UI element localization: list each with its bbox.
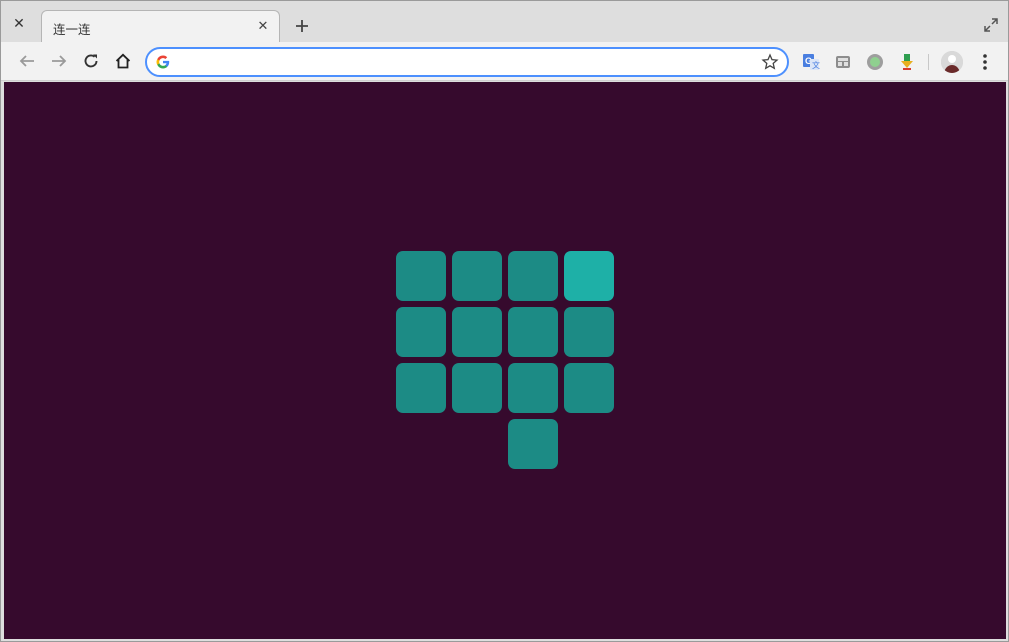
game-viewport (4, 82, 1006, 639)
address-bar[interactable] (145, 47, 789, 77)
game-tile[interactable] (396, 363, 446, 413)
home-icon[interactable] (111, 49, 135, 73)
game-tile[interactable] (564, 307, 614, 357)
game-tile[interactable] (452, 251, 502, 301)
tab-active[interactable]: 连一连 ✕ (41, 10, 280, 43)
game-tile[interactable] (452, 307, 502, 357)
game-tile-active[interactable] (564, 251, 614, 301)
translate-icon[interactable]: G 文 (802, 53, 820, 71)
back-icon[interactable] (15, 49, 39, 73)
svg-text:文: 文 (812, 60, 820, 70)
more-vertical-icon[interactable] (975, 50, 995, 74)
game-tile[interactable] (508, 307, 558, 357)
forward-icon[interactable] (47, 49, 71, 73)
game-tile[interactable] (564, 363, 614, 413)
tab-strip: ✕ 连一连 ✕ (1, 1, 1008, 43)
star-icon[interactable] (761, 53, 779, 71)
game-tile[interactable] (396, 307, 446, 357)
extension-circle-icon[interactable] (866, 53, 884, 71)
game-tile[interactable] (508, 363, 558, 413)
google-g-icon (156, 55, 170, 69)
new-tab-icon[interactable] (291, 15, 313, 37)
game-tile[interactable] (396, 251, 446, 301)
toolbar: G 文 (1, 42, 1008, 81)
avatar[interactable] (941, 51, 963, 73)
browser-window: ✕ 连一连 ✕ G 文 (0, 0, 1009, 642)
window-close-icon[interactable]: ✕ (9, 13, 29, 33)
address-input[interactable] (177, 53, 757, 71)
reload-icon[interactable] (79, 49, 103, 73)
toolbar-divider (928, 54, 929, 70)
game-board (4, 82, 1006, 639)
tab-title: 连一连 (53, 22, 91, 37)
tab-close-icon[interactable]: ✕ (255, 18, 271, 34)
game-tile[interactable] (452, 363, 502, 413)
game-tile[interactable] (508, 251, 558, 301)
maximize-icon[interactable] (981, 15, 1001, 35)
download-extension-icon[interactable] (898, 53, 916, 71)
extension-icon[interactable] (834, 53, 852, 71)
game-tile[interactable] (508, 419, 558, 469)
